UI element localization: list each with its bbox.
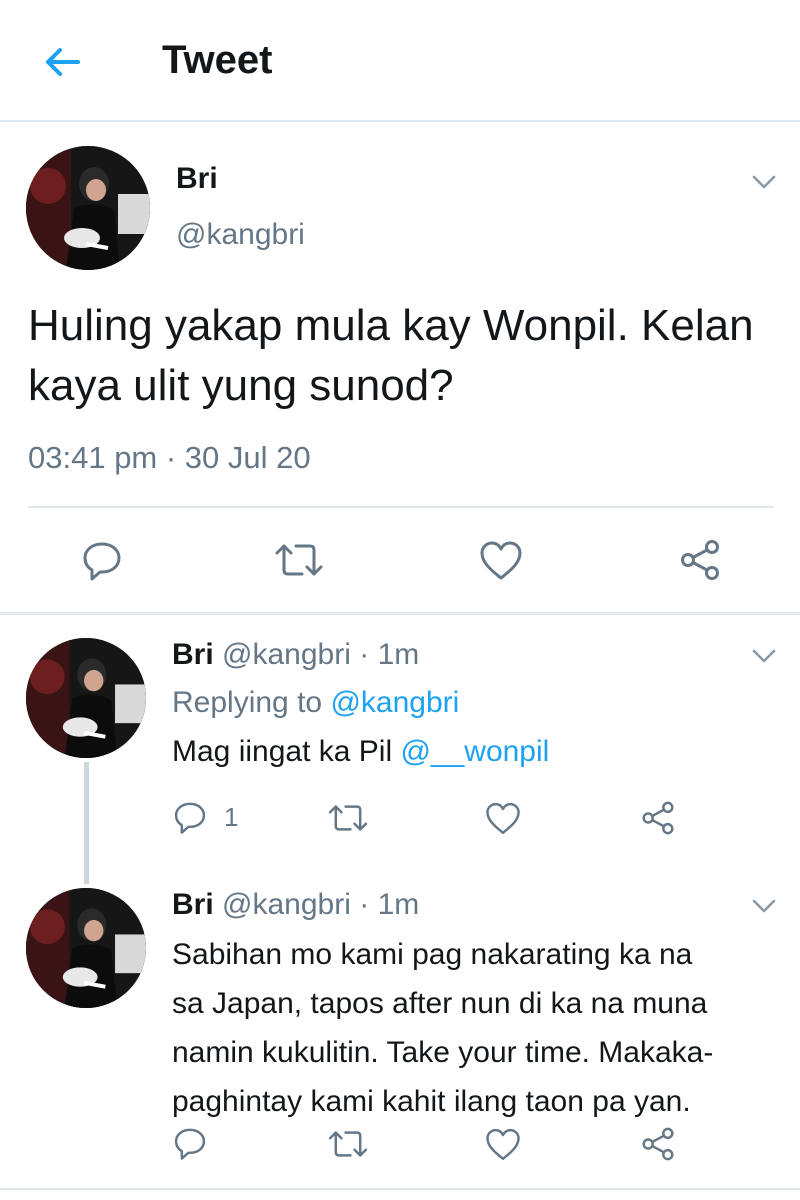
tweet-text: Huling yakap mula kay Wonpil. Kelan kaya… <box>28 301 754 410</box>
thread-line <box>84 762 89 884</box>
like-button[interactable] <box>484 1126 522 1162</box>
reply-header: Bri @kangbri · 1m <box>172 638 419 672</box>
like-icon <box>480 541 522 580</box>
mention-link[interactable]: @__wonpil <box>400 735 549 768</box>
retweet-button[interactable] <box>272 538 326 582</box>
replying-to: Replying to @kangbri <box>172 686 459 720</box>
chevron-down-icon[interactable] <box>750 646 778 666</box>
like-icon <box>486 802 520 834</box>
replying-to-label: Replying to <box>172 686 323 719</box>
reply-time[interactable]: 1m <box>378 888 420 921</box>
reply-body: Mag iingat ka Pil <box>172 735 393 768</box>
author-handle[interactable]: @kangbri <box>222 638 351 671</box>
share-icon <box>642 801 674 835</box>
reply-icon <box>83 542 121 581</box>
reply-icon <box>174 802 206 834</box>
reply-button[interactable] <box>172 1124 208 1162</box>
separator-dot: · <box>359 638 370 671</box>
reply-text-line: sa Japan, tapos after nun di ka na muna <box>172 987 708 1020</box>
retweet-button[interactable] <box>326 800 370 836</box>
reply-header: Bri @kangbri · 1m <box>172 888 419 922</box>
like-button[interactable] <box>484 800 522 836</box>
avatar[interactable] <box>26 146 150 270</box>
author-handle[interactable]: @kangbri <box>222 888 351 921</box>
separator-dot: · <box>359 888 370 921</box>
top-bar: Tweet <box>0 0 800 122</box>
reply-icon <box>174 1128 206 1160</box>
page-title: Tweet <box>162 38 273 82</box>
replying-to-link[interactable]: @kangbri <box>330 686 459 719</box>
author-name[interactable]: Bri <box>172 888 214 921</box>
share-button[interactable] <box>640 1126 676 1162</box>
chevron-down-icon[interactable] <box>750 172 778 192</box>
retweet-icon <box>328 805 368 831</box>
divider <box>28 506 774 508</box>
author-handle[interactable]: @kangbri <box>176 218 305 252</box>
reply-button[interactable] <box>80 538 124 582</box>
reply-time[interactable]: 1m <box>378 638 420 671</box>
share-button[interactable] <box>678 538 722 582</box>
avatar[interactable] <box>26 888 146 1008</box>
share-button[interactable] <box>640 800 676 836</box>
reply-text-line: namin kukulitin. Take your time. Makaka- <box>172 1036 714 1069</box>
tweet-timestamp[interactable]: 03:41 pm · 30 Jul 20 <box>28 440 311 476</box>
chevron-down-icon[interactable] <box>750 896 778 916</box>
share-icon <box>681 540 719 580</box>
avatar[interactable] <box>26 638 146 758</box>
back-button[interactable] <box>40 42 84 82</box>
reply-text: Mag iingat ka Pil @__wonpil <box>172 730 549 774</box>
reply-text: Sabihan mo kami pag nakarating ka na sa … <box>172 930 713 1126</box>
retweet-button[interactable] <box>326 1126 370 1162</box>
divider <box>0 612 800 615</box>
reply-text-line: paghintay kami kahit ilang taon pa yan. <box>172 1085 691 1118</box>
like-button[interactable] <box>478 538 524 582</box>
retweet-icon <box>275 544 323 576</box>
author-name[interactable]: Bri <box>172 638 214 671</box>
reply-text-line: Sabihan mo kami pag nakarating ka na <box>172 938 693 971</box>
retweet-icon <box>328 1131 368 1157</box>
author-name[interactable]: Bri <box>176 162 218 196</box>
divider <box>0 1188 800 1190</box>
like-icon <box>486 1128 520 1160</box>
arrow-left-icon <box>46 48 80 76</box>
reply-button[interactable]: 1 <box>172 798 238 836</box>
reply-count: 1 <box>224 801 239 832</box>
share-icon <box>642 1127 674 1161</box>
